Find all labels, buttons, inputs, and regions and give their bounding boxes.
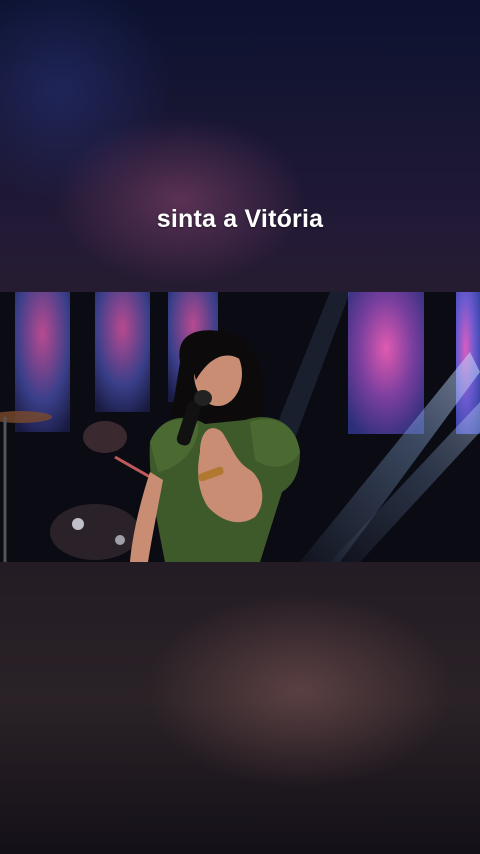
led-screen xyxy=(348,292,424,434)
video-frame[interactable] xyxy=(0,292,480,562)
led-screen xyxy=(15,292,70,432)
led-screen xyxy=(95,292,150,412)
caption-text: sinta a Vitória xyxy=(156,205,324,233)
stage-scene xyxy=(0,292,480,562)
